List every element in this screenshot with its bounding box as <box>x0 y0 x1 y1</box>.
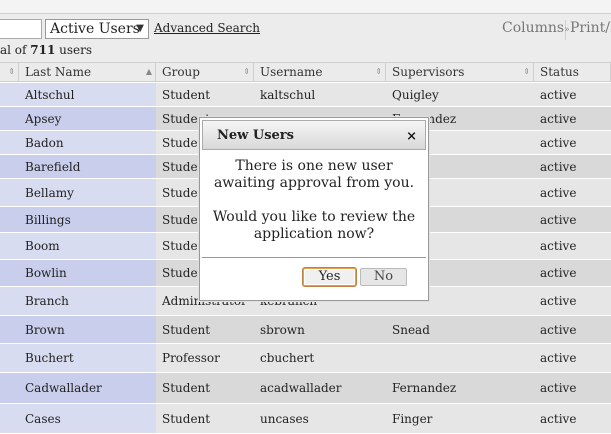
sort-ascending-icon: ▲ <box>145 67 152 76</box>
row-select-cell <box>0 233 19 259</box>
no-button[interactable]: No <box>360 268 407 286</box>
row-select-cell <box>0 107 19 130</box>
summary-suffix: users <box>55 43 93 57</box>
sort-icon: ⇕ <box>375 67 382 76</box>
status-cell: active <box>540 185 577 200</box>
group-cell: Student <box>162 87 211 102</box>
last-name-cell: Badon <box>19 131 156 154</box>
summary-prefix: al of <box>0 43 31 57</box>
results-summary: al of 711 users <box>0 40 611 62</box>
supervisors-cell: Finger <box>392 411 433 426</box>
search-input[interactable] <box>0 19 42 39</box>
row-select-cell <box>0 316 19 343</box>
double-chevron-icon: » <box>564 25 570 35</box>
row-select-cell <box>0 207 19 232</box>
table-row[interactable]: Cadwallader Student acadwallader Fernandez a… <box>0 373 611 404</box>
table-row[interactable]: Cases Student uncases Finger active <box>0 404 611 434</box>
last-name-cell: Branch <box>19 287 156 315</box>
username-cell: sbrown <box>260 322 305 337</box>
column-header-last-name[interactable]: Last Name ▲ <box>19 63 156 81</box>
close-icon[interactable]: × <box>406 129 417 144</box>
last-name-cell: Barefield <box>19 155 156 178</box>
table-row[interactable]: Brown Student sbrown Snead active <box>0 316 611 344</box>
last-name-cell: Altschul <box>19 83 156 106</box>
status-cell: active <box>540 322 577 337</box>
last-name-cell: Billings <box>19 207 156 232</box>
row-select-cell <box>0 260 19 286</box>
last-name-cell: Boom <box>19 233 156 259</box>
sort-icon: ⇕ <box>523 67 530 76</box>
dialog-header: New Users × <box>202 120 426 150</box>
status-cell: active <box>540 239 577 253</box>
row-select-cell <box>0 287 19 315</box>
status-cell: active <box>540 159 577 174</box>
last-name-cell: Brown <box>19 316 156 343</box>
status-cell: active <box>540 381 577 395</box>
toolbar-border <box>0 13 611 14</box>
chevron-down-icon: ▼ <box>136 23 144 34</box>
summary-total: 711 <box>30 43 56 57</box>
status-cell: active <box>540 266 577 280</box>
dialog-message-review: Would you like to review the application… <box>212 209 416 242</box>
sort-icon: ⇕ <box>243 67 250 76</box>
group-cell: Student <box>162 381 211 395</box>
dialog-title: New Users <box>217 128 294 143</box>
status-cell: active <box>540 111 577 126</box>
user-filter-value: Active Users <box>50 21 140 37</box>
username-cell: uncases <box>260 411 309 426</box>
supervisors-cell: Fernandez <box>392 381 457 395</box>
column-header-select[interactable]: ⇕ <box>0 63 19 81</box>
last-name-cell: Cases <box>19 404 156 433</box>
supervisors-cell: Quigley <box>392 87 439 102</box>
supervisors-cell <box>386 344 534 372</box>
row-select-cell <box>0 155 19 178</box>
row-select-cell <box>0 179 19 206</box>
status-cell: active <box>540 212 577 227</box>
supervisors-cell: Snead <box>392 322 430 337</box>
columns-label: Columns <box>502 20 565 36</box>
row-select-cell <box>0 83 19 106</box>
sort-icon: ⇕ <box>8 67 15 76</box>
table-header: ⇕ Last Name ▲ Group ⇕ Username ⇕ Supervisor… <box>0 62 611 82</box>
new-users-dialog: New Users × There is one new user awaiti… <box>199 117 429 301</box>
status-cell: active <box>540 411 577 426</box>
row-select-cell <box>0 131 19 154</box>
last-name-cell: Apsey <box>19 107 156 130</box>
row-select-cell <box>0 373 19 403</box>
row-select-cell <box>0 344 19 372</box>
last-name-cell: Bellamy <box>19 179 156 206</box>
print-export-button[interactable]: Print/E <box>570 20 611 40</box>
dialog-message-approval: There is one new user awaiting approval … <box>213 158 415 191</box>
advanced-search-link[interactable]: Advanced Search <box>154 21 260 35</box>
column-header-status[interactable]: Status <box>534 63 611 81</box>
last-name-cell: Bowlin <box>19 260 156 286</box>
yes-button[interactable]: Yes <box>303 268 356 286</box>
print-export-label: Print/E <box>570 20 611 36</box>
table-row[interactable]: Buchert Professor cbuchert active <box>0 344 611 373</box>
row-select-cell <box>0 404 19 433</box>
status-cell: active <box>540 351 577 365</box>
username-cell: kaltschul <box>260 87 316 102</box>
user-filter-select[interactable]: Active Users ▼ <box>45 19 149 39</box>
dialog-divider <box>202 257 426 258</box>
table-row[interactable]: Altschul Student kaltschul Quigley active <box>0 83 611 107</box>
column-header-username[interactable]: Username ⇕ <box>254 63 386 81</box>
status-cell: active <box>540 87 577 102</box>
column-header-supervisors[interactable]: Supervisors ⇕ <box>386 63 534 81</box>
group-cell: Student <box>162 411 211 426</box>
status-cell: active <box>540 135 577 150</box>
group-cell: Professor <box>162 351 220 365</box>
last-name-cell: Buchert <box>19 344 156 372</box>
username-cell: acadwallader <box>260 381 342 395</box>
toolbar: Active Users ▼ Advanced Search Columns» … <box>0 0 611 40</box>
last-name-cell: Cadwallader <box>19 373 156 403</box>
group-cell: Student <box>162 322 211 337</box>
username-cell: cbuchert <box>260 351 315 365</box>
status-cell: active <box>540 294 577 308</box>
columns-button[interactable]: Columns» <box>502 20 570 40</box>
column-header-group[interactable]: Group ⇕ <box>156 63 254 81</box>
